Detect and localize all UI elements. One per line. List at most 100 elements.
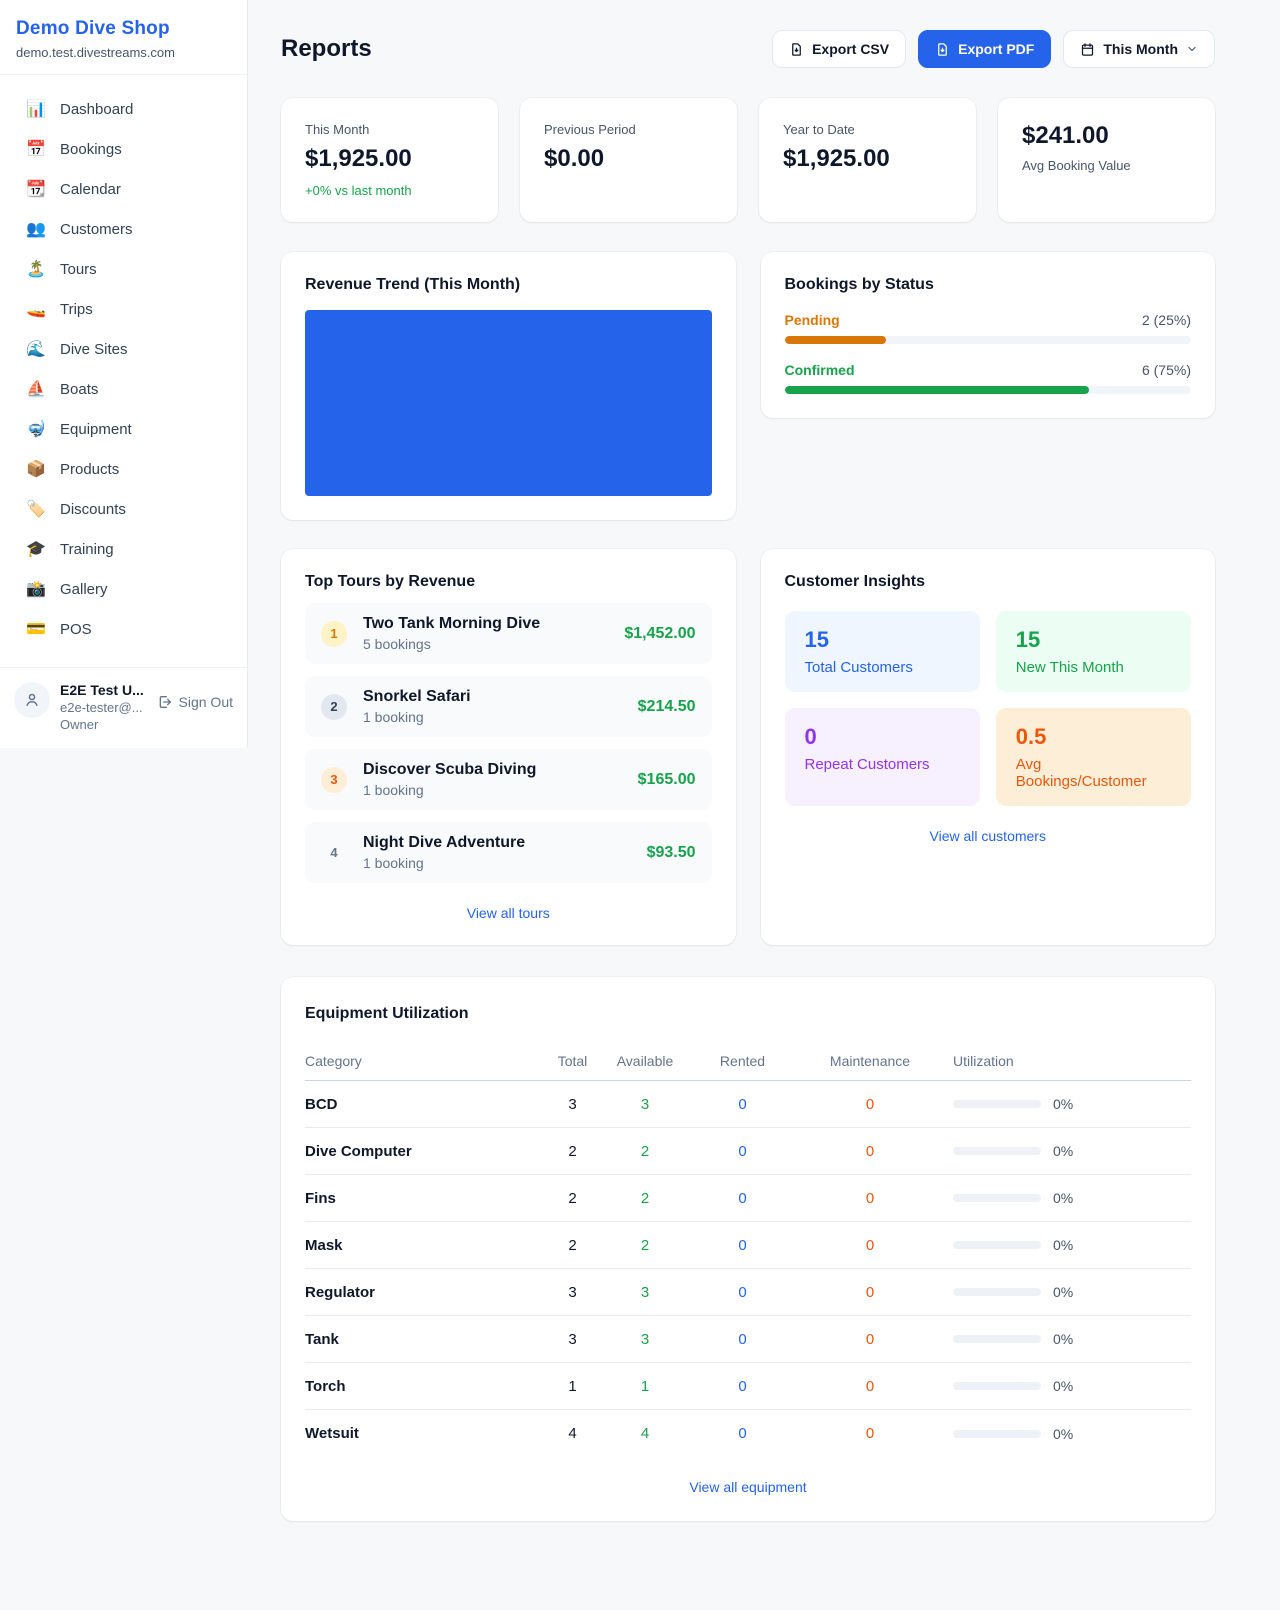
utilization-bar [953, 1288, 1041, 1296]
insight-value: 15 [805, 627, 960, 653]
products-icon: 📦 [26, 459, 46, 479]
view-all-equipment-link[interactable]: View all equipment [305, 1479, 1191, 1495]
sidebar-item-label: Products [60, 461, 119, 478]
equipment-category: Regulator [305, 1284, 545, 1301]
sidebar-item-products[interactable]: 📦 Products [8, 449, 239, 489]
status-count: 2 (25%) [1142, 312, 1191, 328]
tour-bookings: 1 booking [363, 782, 622, 798]
equipment-rented: 0 [690, 1096, 795, 1113]
trips-icon: 🚤 [26, 299, 46, 319]
tours-icon: 🏝️ [26, 259, 46, 279]
top-tours-card: Top Tours by Revenue 1 Two Tank Morning … [281, 549, 736, 945]
sidebar-item-customers[interactable]: 👥 Customers [8, 209, 239, 249]
equipment-available: 2 [600, 1237, 690, 1254]
equipment-maintenance: 0 [795, 1143, 945, 1160]
status-label: Confirmed [785, 362, 855, 378]
view-all-tours-link[interactable]: View all tours [305, 905, 712, 921]
stat-value: $0.00 [544, 145, 713, 173]
equipment-category: Fins [305, 1190, 545, 1207]
insight-label: Avg Bookings/Customer [1016, 756, 1171, 790]
equipment-maintenance: 0 [795, 1425, 945, 1442]
sidebar-item-label: Tours [60, 261, 97, 278]
equipment-maintenance: 0 [795, 1096, 945, 1113]
sidebar-item-boats[interactable]: ⛵ Boats [8, 369, 239, 409]
view-all-customers-link[interactable]: View all customers [785, 828, 1192, 844]
utilization-percent: 0% [1053, 1143, 1073, 1159]
rank-badge: 4 [321, 840, 347, 866]
sidebar-item-calendar[interactable]: 📆 Calendar [8, 169, 239, 209]
equipment-total: 3 [545, 1284, 600, 1301]
stat-label: This Month [305, 122, 474, 137]
dive-sites-icon: 🌊 [26, 339, 46, 359]
equipment-rented: 0 [690, 1331, 795, 1348]
customers-icon: 👥 [26, 219, 46, 239]
equipment-icon: 🤿 [26, 419, 46, 439]
stat-value: $241.00 [1022, 122, 1191, 150]
utilization-bar [953, 1147, 1041, 1155]
equipment-maintenance: 0 [795, 1237, 945, 1254]
tour-name: Night Dive Adventure [363, 834, 631, 852]
table-row: Torch 1 1 0 0 0% [305, 1363, 1191, 1410]
period-dropdown[interactable]: This Month [1063, 30, 1215, 68]
sign-out-button[interactable]: Sign Out [157, 694, 233, 710]
chevron-down-icon [1186, 43, 1198, 55]
period-label: This Month [1103, 41, 1178, 57]
column-header-rented: Rented [690, 1053, 795, 1069]
equipment-category: Wetsuit [305, 1425, 545, 1442]
column-header-category: Category [305, 1053, 545, 1069]
status-progress-track [785, 386, 1192, 394]
utilization-bar [953, 1100, 1041, 1108]
sidebar-header: Demo Dive Shop demo.test.divestreams.com [0, 0, 247, 75]
stat-value: $1,925.00 [305, 145, 474, 173]
page-title: Reports [281, 35, 372, 63]
sidebar-item-dashboard[interactable]: 📊 Dashboard [8, 89, 239, 129]
equipment-category: Torch [305, 1378, 545, 1395]
export-pdf-label: Export PDF [958, 41, 1034, 57]
utilization-percent: 0% [1053, 1190, 1073, 1206]
sidebar-item-gallery[interactable]: 📸 Gallery [8, 569, 239, 609]
table-row: Mask 2 2 0 0 0% [305, 1222, 1191, 1269]
equipment-total: 2 [545, 1237, 600, 1254]
equipment-category: BCD [305, 1096, 545, 1113]
tour-revenue: $1,452.00 [624, 625, 695, 643]
insight-tile-repeat-customers: 0 Repeat Customers [785, 708, 980, 806]
equipment-total: 3 [545, 1096, 600, 1113]
stat-label: Avg Booking Value [1022, 158, 1191, 173]
header-actions: Export CSV Export PDF This Month [772, 30, 1215, 68]
export-csv-label: Export CSV [812, 41, 889, 57]
tour-name: Two Tank Morning Dive [363, 615, 608, 633]
sidebar-item-label: Equipment [60, 421, 132, 438]
sidebar-item-tours[interactable]: 🏝️ Tours [8, 249, 239, 289]
file-download-icon [935, 42, 950, 57]
status-progress-fill [785, 386, 1090, 394]
sidebar-item-bookings[interactable]: 📅 Bookings [8, 129, 239, 169]
utilization-percent: 0% [1053, 1426, 1073, 1442]
export-pdf-button[interactable]: Export PDF [918, 30, 1051, 68]
status-row-confirmed: Confirmed 6 (75%) [785, 362, 1192, 394]
sidebar-item-pos[interactable]: 💳 POS [8, 609, 239, 649]
dashboard-icon: 📊 [26, 99, 46, 119]
utilization-cell: 0% [945, 1143, 1191, 1159]
user-name: E2E Test U... [60, 682, 147, 698]
equipment-available: 1 [600, 1378, 690, 1395]
export-csv-button[interactable]: Export CSV [772, 30, 906, 68]
insight-tile-avg-bookings: 0.5 Avg Bookings/Customer [996, 708, 1191, 806]
sidebar-item-dive-sites[interactable]: 🌊 Dive Sites [8, 329, 239, 369]
insight-value: 15 [1016, 627, 1171, 653]
sidebar-item-discounts[interactable]: 🏷️ Discounts [8, 489, 239, 529]
sidebar-item-equipment[interactable]: 🤿 Equipment [8, 409, 239, 449]
equipment-available: 2 [600, 1143, 690, 1160]
sidebar-item-training[interactable]: 🎓 Training [8, 529, 239, 569]
sidebar-user-footer: E2E Test U... e2e-tester@... Owner Sign … [0, 667, 247, 748]
shop-domain: demo.test.divestreams.com [16, 45, 231, 60]
sign-out-icon [157, 694, 173, 710]
column-header-total: Total [545, 1053, 600, 1069]
sidebar-item-label: Discounts [60, 501, 126, 518]
revenue-trend-bar [305, 310, 712, 496]
utilization-bar [953, 1382, 1041, 1390]
sidebar-item-label: Calendar [60, 181, 121, 198]
sidebar-item-trips[interactable]: 🚤 Trips [8, 289, 239, 329]
table-row: Fins 2 2 0 0 0% [305, 1175, 1191, 1222]
stat-card-this-month: This Month $1,925.00 +0% vs last month [281, 98, 498, 222]
utilization-bar [953, 1194, 1041, 1202]
